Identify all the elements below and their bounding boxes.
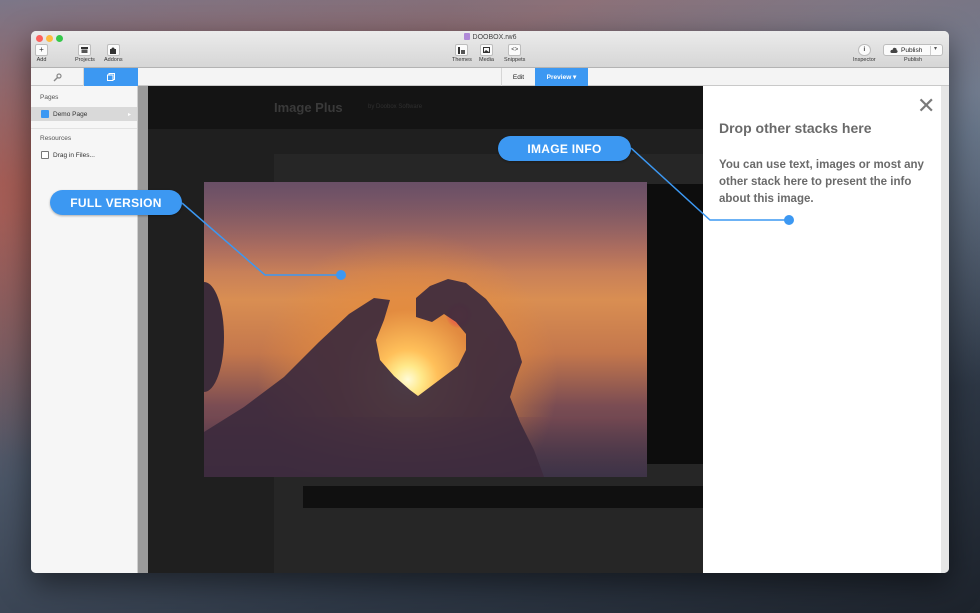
preview-page-subtitle: by Doobox Software [368, 104, 423, 110]
wrench-icon [53, 72, 62, 81]
info-icon: i [857, 44, 871, 56]
sidebar-item-label: Demo Page [53, 110, 88, 118]
app-window: DOOBOX.rw6 + Add Projects Addons Themes [31, 31, 949, 573]
image-info-body: You can use text, images or most any oth… [719, 159, 924, 205]
close-icon[interactable]: ✕ [917, 95, 935, 117]
media-icon [479, 44, 493, 56]
page-disclosure-icon[interactable]: ▸ [128, 111, 131, 118]
preview-card-shadow [303, 486, 703, 508]
document-icon [463, 33, 470, 40]
themes-button[interactable]: Themes [452, 44, 472, 63]
sidebar-item-drag-in-files[interactable]: Drag in Files... [31, 148, 137, 162]
heart-hands-silhouette [204, 279, 544, 477]
media-button[interactable]: Media [479, 44, 494, 63]
publish-button[interactable]: Publish ▾ [883, 44, 943, 56]
themes-icon [455, 44, 469, 56]
publish-button-label: Publish [901, 46, 923, 54]
inspector-button[interactable]: i Inspector [853, 44, 876, 63]
file-drop-icon [41, 151, 49, 159]
publish-menu-arrow[interactable]: ▾ [934, 45, 937, 52]
themes-label: Themes [452, 57, 472, 63]
snippets-button[interactable]: <> Snippets [504, 44, 525, 63]
plus-icon: + [35, 44, 48, 56]
preview-page-header: Image Plus by Doobox Software [148, 86, 703, 129]
pages-tab[interactable] [84, 68, 138, 86]
publish-separator [930, 46, 931, 55]
publish-label: Publish [903, 57, 923, 63]
image-info-callout: IMAGE INFO [498, 136, 631, 161]
sidebar-item-demo-page[interactable]: Demo Page ▸ [31, 107, 137, 121]
projects-icon [78, 44, 92, 56]
snippets-label: Snippets [504, 57, 526, 63]
full-version-callout: FULL VERSION [50, 190, 182, 215]
background-photo [646, 184, 703, 464]
projects-label: Projects [75, 57, 95, 63]
cloud-icon [890, 47, 898, 53]
addons-label: Addons [104, 57, 123, 63]
edit-tab[interactable]: Edit [501, 68, 535, 86]
window-title: DOOBOX.rw6 [31, 33, 949, 41]
preview-page-title: Image Plus [274, 100, 343, 115]
sidebar: Pages Demo Page ▸ Resources Drag in File… [31, 86, 138, 573]
add-button[interactable]: + Add [35, 44, 48, 63]
sidebar-item-label: Drag in Files... [53, 151, 95, 159]
tools-tab[interactable] [31, 68, 84, 86]
full-version-image[interactable] [204, 182, 647, 477]
image-info-title: Drop other stacks here [719, 120, 872, 136]
window-title-text: DOOBOX.rw6 [472, 34, 517, 41]
titlebar: DOOBOX.rw6 + Add Projects Addons Themes [31, 31, 949, 68]
sub-toolbar: Edit Preview ▾ [31, 68, 949, 86]
media-label: Media [479, 57, 494, 63]
page-icon [41, 110, 49, 118]
snippets-icon: <> [508, 44, 522, 56]
sidebar-divider [31, 128, 137, 129]
resources-header: Resources [40, 135, 72, 142]
pages-header: Pages [40, 94, 59, 101]
addons-button[interactable]: Addons [104, 44, 123, 63]
addons-icon [106, 44, 120, 56]
inspector-label: Inspector [853, 57, 876, 63]
image-info-panel: ✕ Drop other stacks here You can use tex… [703, 86, 941, 573]
preview-tab[interactable]: Preview ▾ [535, 68, 588, 86]
pages-icon [107, 73, 115, 81]
add-label: Add [36, 57, 47, 63]
projects-button[interactable]: Projects [75, 44, 95, 63]
sidebar-scrollbar[interactable] [138, 86, 148, 573]
right-scrollbar[interactable] [941, 86, 949, 573]
